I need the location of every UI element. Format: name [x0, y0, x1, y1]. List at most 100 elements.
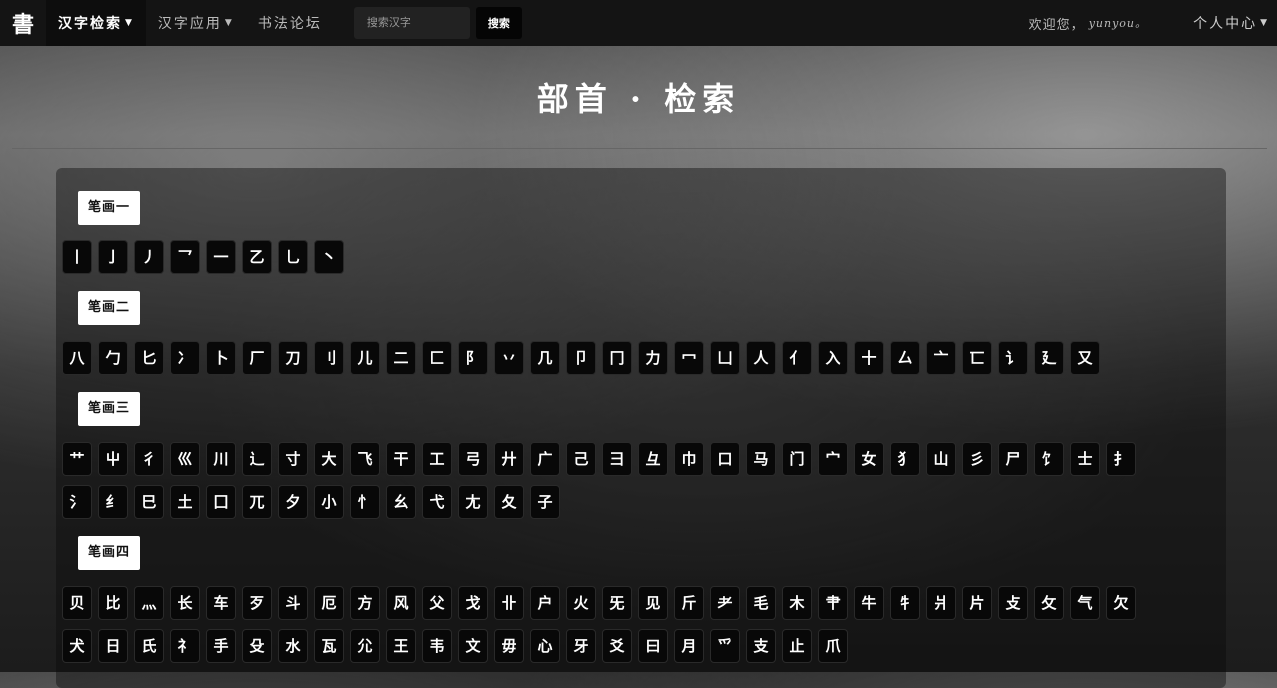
radical-button[interactable]: 肀 — [818, 586, 848, 620]
radical-button[interactable]: 厂 — [242, 341, 272, 375]
radical-button[interactable]: 阝 — [458, 341, 488, 375]
radical-button[interactable]: 彡 — [962, 442, 992, 476]
radical-button[interactable]: 歹 — [242, 586, 272, 620]
radical-button[interactable]: 廾 — [494, 442, 524, 476]
radical-button[interactable]: 己 — [566, 442, 596, 476]
radical-button[interactable]: 丷 — [494, 341, 524, 375]
radical-button[interactable]: 斗 — [278, 586, 308, 620]
brand-logo[interactable]: 書 — [0, 0, 46, 46]
radical-button[interactable]: 乛 — [170, 240, 200, 274]
radical-button[interactable]: 冂 — [602, 341, 632, 375]
user-center-menu[interactable]: 个人中心 ▼ — [1193, 0, 1269, 46]
radical-button[interactable]: 入 — [818, 341, 848, 375]
radical-button[interactable]: 弓 — [458, 442, 488, 476]
radical-button[interactable]: 尢 — [458, 485, 488, 519]
radical-button[interactable]: 凵 — [710, 341, 740, 375]
radical-button[interactable]: 心 — [530, 629, 560, 663]
radical-button[interactable]: 川 — [206, 442, 236, 476]
radical-button[interactable]: 艹 — [62, 442, 92, 476]
radical-button[interactable]: 囗 — [206, 485, 236, 519]
radical-button[interactable]: 卩 — [566, 341, 596, 375]
radical-button[interactable]: 幺 — [386, 485, 416, 519]
radical-button[interactable]: 长 — [170, 586, 200, 620]
radical-button[interactable]: 氏 — [134, 629, 164, 663]
radical-button[interactable]: 耂 — [710, 586, 740, 620]
radical-button[interactable]: 父 — [422, 586, 452, 620]
radical-button[interactable]: 贝 — [62, 586, 92, 620]
radical-button[interactable]: 一 — [206, 240, 236, 274]
radical-button[interactable]: 士 — [1070, 442, 1100, 476]
radical-button[interactable]: 斤 — [674, 586, 704, 620]
radical-button[interactable]: 刂 — [314, 341, 344, 375]
radical-button[interactable]: 曰 — [638, 629, 668, 663]
radical-button[interactable]: 日 — [98, 629, 128, 663]
radical-button[interactable]: 广 — [530, 442, 560, 476]
radical-button[interactable]: 爿 — [926, 586, 956, 620]
radical-button[interactable]: 火 — [566, 586, 596, 620]
radical-button[interactable]: 欠 — [1106, 586, 1136, 620]
radical-button[interactable]: 门 — [782, 442, 812, 476]
radical-button[interactable]: 亅 — [98, 240, 128, 274]
radical-button[interactable]: 灬 — [134, 586, 164, 620]
radical-button[interactable]: 夂 — [494, 485, 524, 519]
radical-button[interactable]: 瓦 — [314, 629, 344, 663]
radical-button[interactable]: 口 — [710, 442, 740, 476]
nav-hanzi-apps[interactable]: 汉字应用 ▼ — [146, 0, 246, 46]
radical-button[interactable]: 风 — [386, 586, 416, 620]
radical-button[interactable]: 勹 — [98, 341, 128, 375]
radical-button[interactable]: 支 — [746, 629, 776, 663]
radical-button[interactable]: 犬 — [62, 629, 92, 663]
radical-button[interactable]: 厶 — [890, 341, 920, 375]
radical-button[interactable]: 比 — [98, 586, 128, 620]
radical-button[interactable]: 忄 — [350, 485, 380, 519]
radical-button[interactable]: 彑 — [638, 442, 668, 476]
radical-button[interactable]: 木 — [782, 586, 812, 620]
radical-button[interactable]: 旡 — [602, 586, 632, 620]
radical-button[interactable]: 匸 — [962, 341, 992, 375]
radical-button[interactable]: 毛 — [746, 586, 776, 620]
radical-button[interactable]: 彳 — [134, 442, 164, 476]
radical-button[interactable]: 彐 — [602, 442, 632, 476]
radical-button[interactable]: 牙 — [566, 629, 596, 663]
radical-button[interactable]: 王 — [386, 629, 416, 663]
radical-button[interactable]: 攴 — [998, 586, 1028, 620]
radical-button[interactable]: 丿 — [134, 240, 164, 274]
radical-button[interactable]: 手 — [206, 629, 236, 663]
search-input[interactable]: 搜索汉字 — [353, 7, 470, 39]
radical-button[interactable]: 气 — [1070, 586, 1100, 620]
radical-button[interactable]: 马 — [746, 442, 776, 476]
radical-button[interactable]: 二 — [386, 341, 416, 375]
radical-button[interactable]: 廴 — [1034, 341, 1064, 375]
radical-button[interactable]: 丨 — [62, 240, 92, 274]
radical-button[interactable]: 土 — [170, 485, 200, 519]
radical-button[interactable]: 夕 — [278, 485, 308, 519]
radical-button[interactable]: 又 — [1070, 341, 1100, 375]
radical-button[interactable]: 水 — [278, 629, 308, 663]
radical-button[interactable]: 匚 — [422, 341, 452, 375]
radical-button[interactable]: 尣 — [350, 629, 380, 663]
radical-button[interactable]: 车 — [206, 586, 236, 620]
radical-button[interactable]: 匕 — [134, 341, 164, 375]
radical-button[interactable]: 毋 — [494, 629, 524, 663]
radical-button[interactable]: 冫 — [170, 341, 200, 375]
radical-button[interactable]: 巳 — [134, 485, 164, 519]
radical-button[interactable]: 小 — [314, 485, 344, 519]
radical-button[interactable]: 巛 — [170, 442, 200, 476]
radical-button[interactable]: 山 — [926, 442, 956, 476]
radical-button[interactable]: 牜 — [890, 586, 920, 620]
radical-button[interactable]: 方 — [350, 586, 380, 620]
radical-button[interactable]: 亠 — [926, 341, 956, 375]
radical-button[interactable]: 人 — [746, 341, 776, 375]
radical-button[interactable]: 戈 — [458, 586, 488, 620]
radical-button[interactable]: 力 — [638, 341, 668, 375]
radical-button[interactable]: 饣 — [1034, 442, 1064, 476]
radical-button[interactable]: 片 — [962, 586, 992, 620]
radical-button[interactable]: 尸 — [998, 442, 1028, 476]
radical-button[interactable]: 女 — [854, 442, 884, 476]
radical-button[interactable]: 丶 — [314, 240, 344, 274]
radical-button[interactable]: 八 — [62, 341, 92, 375]
radical-button[interactable]: 牛 — [854, 586, 884, 620]
radical-button[interactable]: 干 — [386, 442, 416, 476]
radical-button[interactable]: 月 — [674, 629, 704, 663]
radical-button[interactable]: 几 — [530, 341, 560, 375]
